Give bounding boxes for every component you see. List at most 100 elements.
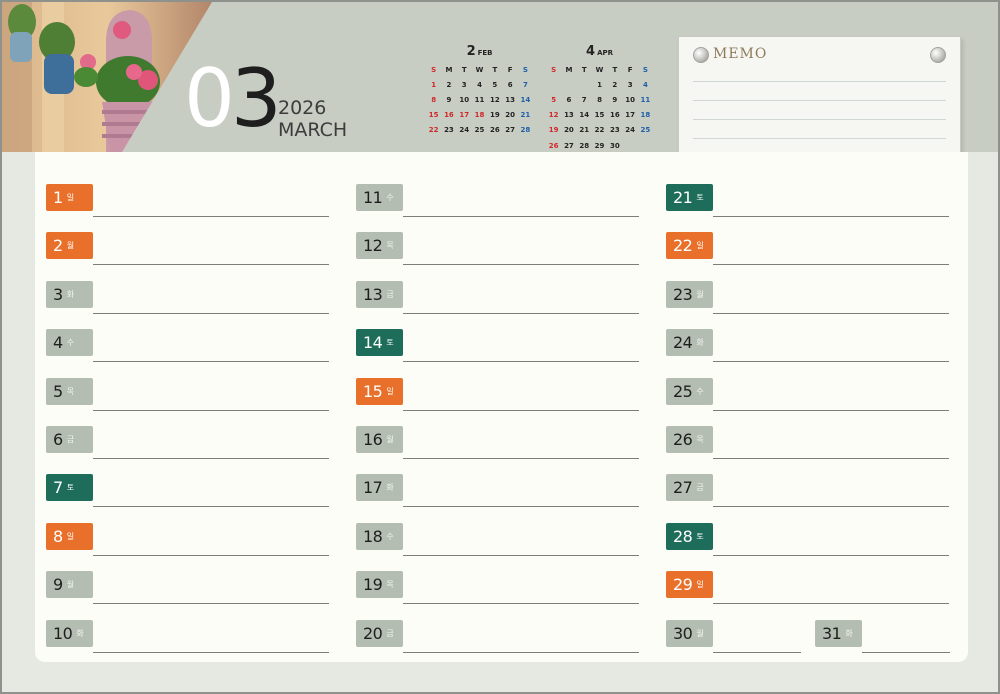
write-line[interactable] [403,554,639,556]
write-line[interactable] [93,312,329,314]
weekday-label: 목 [66,386,75,396]
write-line[interactable] [93,651,329,653]
month-number-first-digit: 0 [184,52,235,145]
write-line[interactable] [93,554,329,556]
weekday-label: 수 [386,531,394,541]
mini-calendar-title: 2 FEB [426,42,533,62]
mini-weekday-header: F [507,65,513,74]
day-badge: 30 월 [666,619,713,647]
write-line[interactable] [713,554,949,556]
mini-day-cell: 10 [625,95,635,104]
day-badge: 11 수 [356,184,403,211]
mini-day-cell: 21 [520,111,531,120]
day-badge: 23 월 [666,280,713,308]
write-line[interactable] [93,506,329,508]
write-line[interactable] [713,409,949,411]
write-line[interactable] [93,361,329,363]
mini-weekday-header: T [461,65,467,74]
mini-day-cell: 17 [625,111,635,120]
weekday-label: 토 [696,193,704,202]
write-line[interactable] [403,216,639,217]
write-line[interactable] [403,651,639,653]
day-badge: 29 일 [666,571,713,599]
mini-day-cell: 17 [459,111,470,120]
day-badge: 20 금 [356,619,403,647]
mini-day-cell [638,138,653,153]
weekday-label: 수 [696,386,704,396]
write-line[interactable] [713,651,801,653]
write-line[interactable] [403,361,639,363]
day-number: 29 [673,575,693,595]
mini-day-cell: 4 [642,80,648,89]
memo-line [693,100,946,101]
day-number: 4 [53,333,63,353]
day-number: 3 [53,284,63,304]
mini-month-abbr: FEB [477,49,493,57]
write-line[interactable] [713,603,949,605]
mini-day-cell: 11 [640,95,651,104]
write-line[interactable] [403,264,639,266]
mini-day-cell: 20 [564,126,574,135]
day-number: 13 [363,284,383,304]
weekday-label: 화 [845,628,853,638]
weekday-label: 월 [386,435,394,444]
mini-day-cell: 8 [597,95,602,104]
memo-box[interactable]: MEMO [678,36,961,166]
write-line[interactable] [713,312,949,314]
weekday-label: 일 [386,386,394,396]
write-line[interactable] [93,458,329,459]
day-number: 28 [673,526,693,546]
weekday-label: 화 [76,628,84,638]
write-line[interactable] [713,264,949,266]
write-line[interactable] [403,409,639,411]
mini-day-cell: 28 [579,141,590,150]
day-badge: 31 화 [815,619,862,647]
day-number: 21 [673,188,693,207]
day-badge: 18 수 [356,522,403,550]
write-line[interactable] [93,409,329,411]
mini-day-cell: 7 [522,80,528,89]
mini-day-cell: 9 [446,95,452,104]
weekday-label: 화 [66,289,75,299]
write-line[interactable] [93,216,329,217]
mini-weekday-header: F [627,65,633,74]
mini-day-cell: 1 [597,80,602,89]
write-line[interactable] [403,506,639,508]
weekday-label: 토 [696,531,704,541]
mini-weekday-header: T [492,65,498,74]
day-badge: 26 목 [666,426,713,453]
pin-icon [930,47,946,63]
write-line[interactable] [403,312,639,314]
write-line[interactable] [713,361,949,363]
day-number: 7 [53,478,63,498]
weekday-label: 토 [386,338,394,348]
day-badge: 17 화 [356,474,403,502]
day-number: 8 [53,526,63,546]
month-number-second-digit: 3 [230,52,282,145]
day-number: 12 [363,236,383,256]
write-line[interactable] [713,506,949,508]
day-number: 17 [363,478,383,498]
write-line[interactable] [93,264,329,266]
write-line[interactable] [713,216,949,217]
mini-day-cell: 14 [579,111,590,120]
day-badge: 10 화 [46,619,93,647]
weekday-label: 화 [696,338,704,348]
weekday-label: 일 [66,531,75,541]
day-number: 5 [53,381,63,401]
write-line[interactable] [713,458,949,459]
pin-icon [693,47,709,63]
day-number: 9 [53,575,63,595]
day-number: 18 [363,526,383,546]
write-line[interactable] [862,651,950,653]
mini-day-cell: 1 [431,80,437,89]
write-line[interactable] [403,458,639,459]
mini-day-cell: 2 [612,80,618,89]
write-line[interactable] [93,603,329,605]
mini-calendar-table: S M T W T F S 1 2 3 4 5 6 7 8 9 10 11 12 13 14 15 16 17 18 19 20 21… [546,62,653,153]
weekday-label: 목 [386,580,394,590]
day-number: 6 [53,430,63,449]
mini-day-cell: 18 [640,111,651,120]
write-line[interactable] [403,603,639,605]
mini-day-cell: 16 [609,111,620,120]
